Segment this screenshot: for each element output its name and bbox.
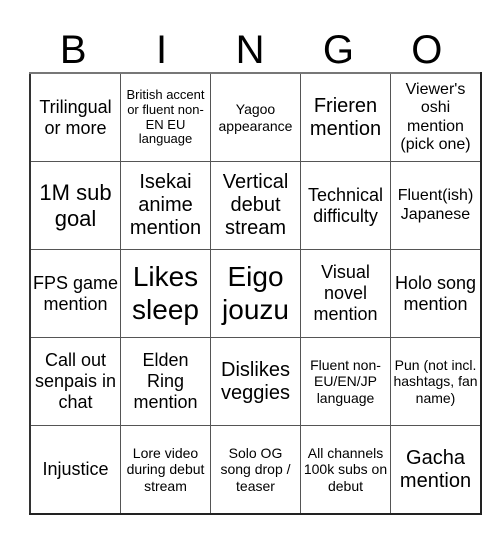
header-letter-g: G [322,28,354,72]
bingo-cell[interactable]: Elden Ring mention [120,337,211,426]
bingo-cell[interactable]: Gacha mention [390,425,482,515]
board-row-2: 1M sub goal Isekai anime mention Vertica… [29,161,482,250]
header-letter-n: N [235,28,265,72]
board-row-1: Trilingual or more British accent or flu… [29,72,482,162]
header-letter-o: O [411,28,443,72]
bingo-cell[interactable]: 1M sub goal [29,161,121,250]
bingo-cell[interactable]: Trilingual or more [29,72,121,162]
bingo-cell[interactable]: Dislikes veggies [210,337,301,426]
bingo-cell[interactable]: Holo song mention [390,249,482,338]
bingo-cell[interactable]: Likes sleep [120,249,211,338]
bingo-cell[interactable]: Yagoo appearance [210,72,301,162]
bingo-cell[interactable]: FPS game mention [29,249,121,338]
board-row-5: Injustice Lore video during debut stream… [29,425,482,515]
bingo-board: Trilingual or more British accent or flu… [29,72,482,515]
bingo-cell[interactable]: Fluent non-EU/EN/JP language [300,337,391,426]
bingo-cell[interactable]: Fluent(ish) Japanese [390,161,482,250]
header-letter-i: I [156,28,168,72]
bingo-cell[interactable]: Pun (not incl. hashtags, fan name) [390,337,482,426]
board-row-4: Call out senpais in chat Elden Ring ment… [29,337,482,426]
board-row-3: FPS game mention Likes sleep Eigo jouzu … [29,249,482,338]
bingo-cell[interactable]: Technical difficulty [300,161,391,250]
bingo-cell[interactable]: Visual novel mention [300,249,391,338]
bingo-cell[interactable]: Isekai anime mention [120,161,211,250]
bingo-cell[interactable]: Injustice [29,425,121,515]
header-letter-b: B [59,28,87,72]
bingo-cell[interactable]: Solo OG song drop / teaser [210,425,301,515]
bingo-cell[interactable]: Viewer's oshi mention (pick one) [390,72,482,162]
bingo-cell[interactable]: All channels 100k subs on debut [300,425,391,515]
bingo-cell[interactable]: Eigo jouzu [210,249,301,338]
bingo-cell[interactable]: Lore video during debut stream [120,425,211,515]
bingo-cell[interactable]: Call out senpais in chat [29,337,121,426]
bingo-cell[interactable]: British accent or fluent non-EN EU langu… [120,72,211,162]
bingo-header: B I N G O [29,28,471,72]
bingo-cell[interactable]: Frieren mention [300,72,391,162]
bingo-cell[interactable]: Vertical debut stream [210,161,301,250]
